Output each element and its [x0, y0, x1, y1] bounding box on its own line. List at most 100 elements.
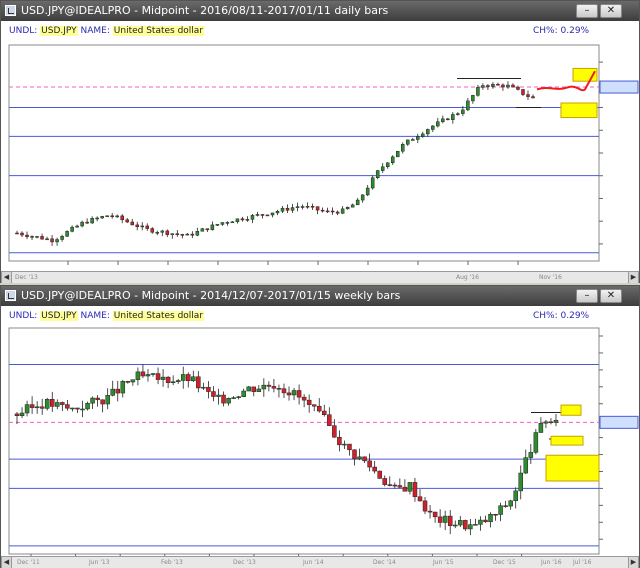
candle-body [385, 162, 390, 168]
candle-body [201, 386, 206, 389]
candle-body [100, 216, 104, 219]
scroll-left-icon[interactable]: ◀ [1, 557, 12, 568]
candle-body [518, 472, 523, 492]
candle-body [95, 397, 100, 401]
candle-body [447, 515, 453, 526]
scroll-left-icon[interactable]: ◀ [1, 272, 12, 283]
candle-body [476, 87, 480, 96]
candle-body [235, 218, 240, 223]
candle-body [29, 404, 35, 408]
candle-body [290, 207, 295, 211]
candle-body [70, 226, 74, 232]
candle-body [427, 510, 433, 513]
candle-body [332, 425, 337, 438]
candle-body [44, 399, 50, 409]
candle-body [191, 376, 196, 382]
candle-body [488, 513, 493, 523]
candle-body [370, 177, 375, 189]
overview-label: Jun '15 [433, 559, 454, 566]
scroll-right-icon[interactable]: ▶ [628, 557, 639, 568]
weekly-chart-window: USD.JPY@IDEALPRO - Midpoint - 2014/12/07… [0, 285, 640, 568]
candle-body [478, 519, 483, 525]
candle-body [350, 204, 355, 208]
close-button[interactable]: ✕ [600, 4, 622, 18]
candle-body [20, 232, 24, 236]
candle-body [246, 386, 251, 392]
candle-body [60, 402, 65, 405]
candle-body [120, 215, 124, 221]
daily-overview-scrollbar[interactable]: ◀ Dec '13 Aug '16 Nov '16 ▶ [1, 271, 639, 283]
close-button[interactable]: ✕ [600, 289, 622, 303]
candle-body [255, 214, 260, 216]
candle-body [516, 86, 520, 90]
candle-body [402, 486, 408, 492]
candle-body [543, 421, 549, 424]
candle-body [538, 422, 544, 433]
candle-body [55, 402, 60, 407]
candle-body [548, 421, 554, 424]
candle-body [231, 397, 236, 399]
candle-body [150, 373, 156, 375]
candle-body [165, 230, 170, 235]
candle-body [280, 207, 285, 212]
plot-frame [8, 327, 600, 555]
overview-label: Nov '16 [539, 274, 562, 281]
overview-label: Dec '15 [493, 559, 516, 566]
candle-body [236, 396, 241, 398]
candle-body [45, 238, 49, 241]
candle-body [397, 485, 403, 488]
overview-label: Dec '13 [233, 559, 256, 566]
candle-body [533, 432, 539, 453]
candle-body [285, 207, 290, 211]
candle-body [34, 406, 40, 409]
candle-body [80, 408, 85, 411]
candle-body [375, 170, 380, 179]
close-icon: ✕ [606, 290, 616, 301]
candle-body [416, 136, 420, 140]
candle-body [110, 388, 115, 396]
candle-body [322, 410, 327, 415]
candle-body [260, 214, 265, 216]
candle-body [140, 225, 144, 228]
candle-body [316, 405, 322, 412]
candle-body [230, 221, 235, 224]
candle-body [85, 221, 89, 224]
minimize-button[interactable]: – [576, 4, 598, 18]
candle-body [306, 399, 312, 405]
weekly-chart-titlebar[interactable]: USD.JPY@IDEALPRO - Midpoint - 2014/12/07… [1, 286, 639, 306]
candle-body [367, 460, 372, 468]
candle-body [150, 228, 155, 233]
minimize-button[interactable]: – [576, 289, 598, 303]
candle-body [190, 233, 195, 236]
candle-body [155, 232, 160, 234]
candle-body [250, 215, 255, 220]
daily-price-chart[interactable] [1, 21, 639, 273]
candle-body [426, 129, 430, 135]
candle-body [75, 407, 80, 410]
price-tag-box [599, 80, 639, 94]
candle-body [240, 218, 245, 221]
daily-chart-titlebar[interactable]: USD.JPY@IDEALPRO - Midpoint - 2016/08/11… [1, 1, 639, 21]
candle-body [55, 239, 59, 243]
candle-body [471, 95, 475, 102]
candle-body [352, 449, 357, 460]
candle-body [441, 118, 445, 122]
candle-body [30, 236, 34, 238]
weekly-price-chart[interactable] [1, 306, 639, 556]
weekly-overview-scrollbar[interactable]: ◀ Dec '11 Jun '13 Feb '13 Dec '13 Jun '1… [1, 556, 639, 568]
scroll-right-icon[interactable]: ▶ [628, 272, 639, 283]
candle-body [387, 484, 393, 486]
candle-body [95, 217, 99, 220]
price-tag-box [599, 415, 639, 429]
candle-body [276, 388, 282, 390]
candle-body [377, 470, 382, 479]
candle-body [325, 210, 330, 213]
candle-body [513, 490, 518, 502]
candle-body [422, 500, 428, 512]
candle-body [528, 452, 534, 458]
overview-label: Jul '16 [573, 559, 592, 566]
candle-body [382, 478, 387, 485]
candle-body [221, 394, 226, 404]
candle-body [305, 205, 310, 208]
close-icon: ✕ [606, 5, 616, 16]
